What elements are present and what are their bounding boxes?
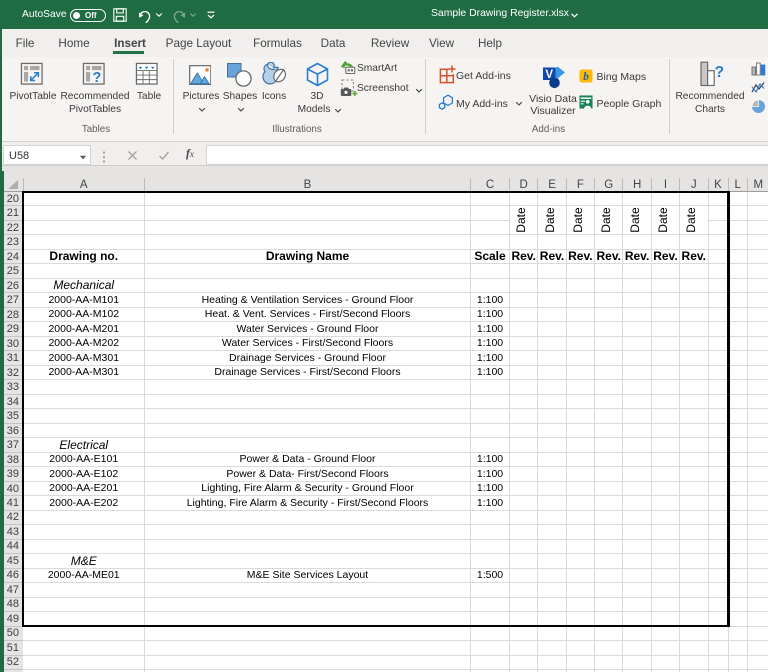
svg-text:?: ? (715, 64, 724, 81)
svg-text:b: b (583, 70, 589, 82)
svg-text:?: ? (92, 69, 101, 85)
